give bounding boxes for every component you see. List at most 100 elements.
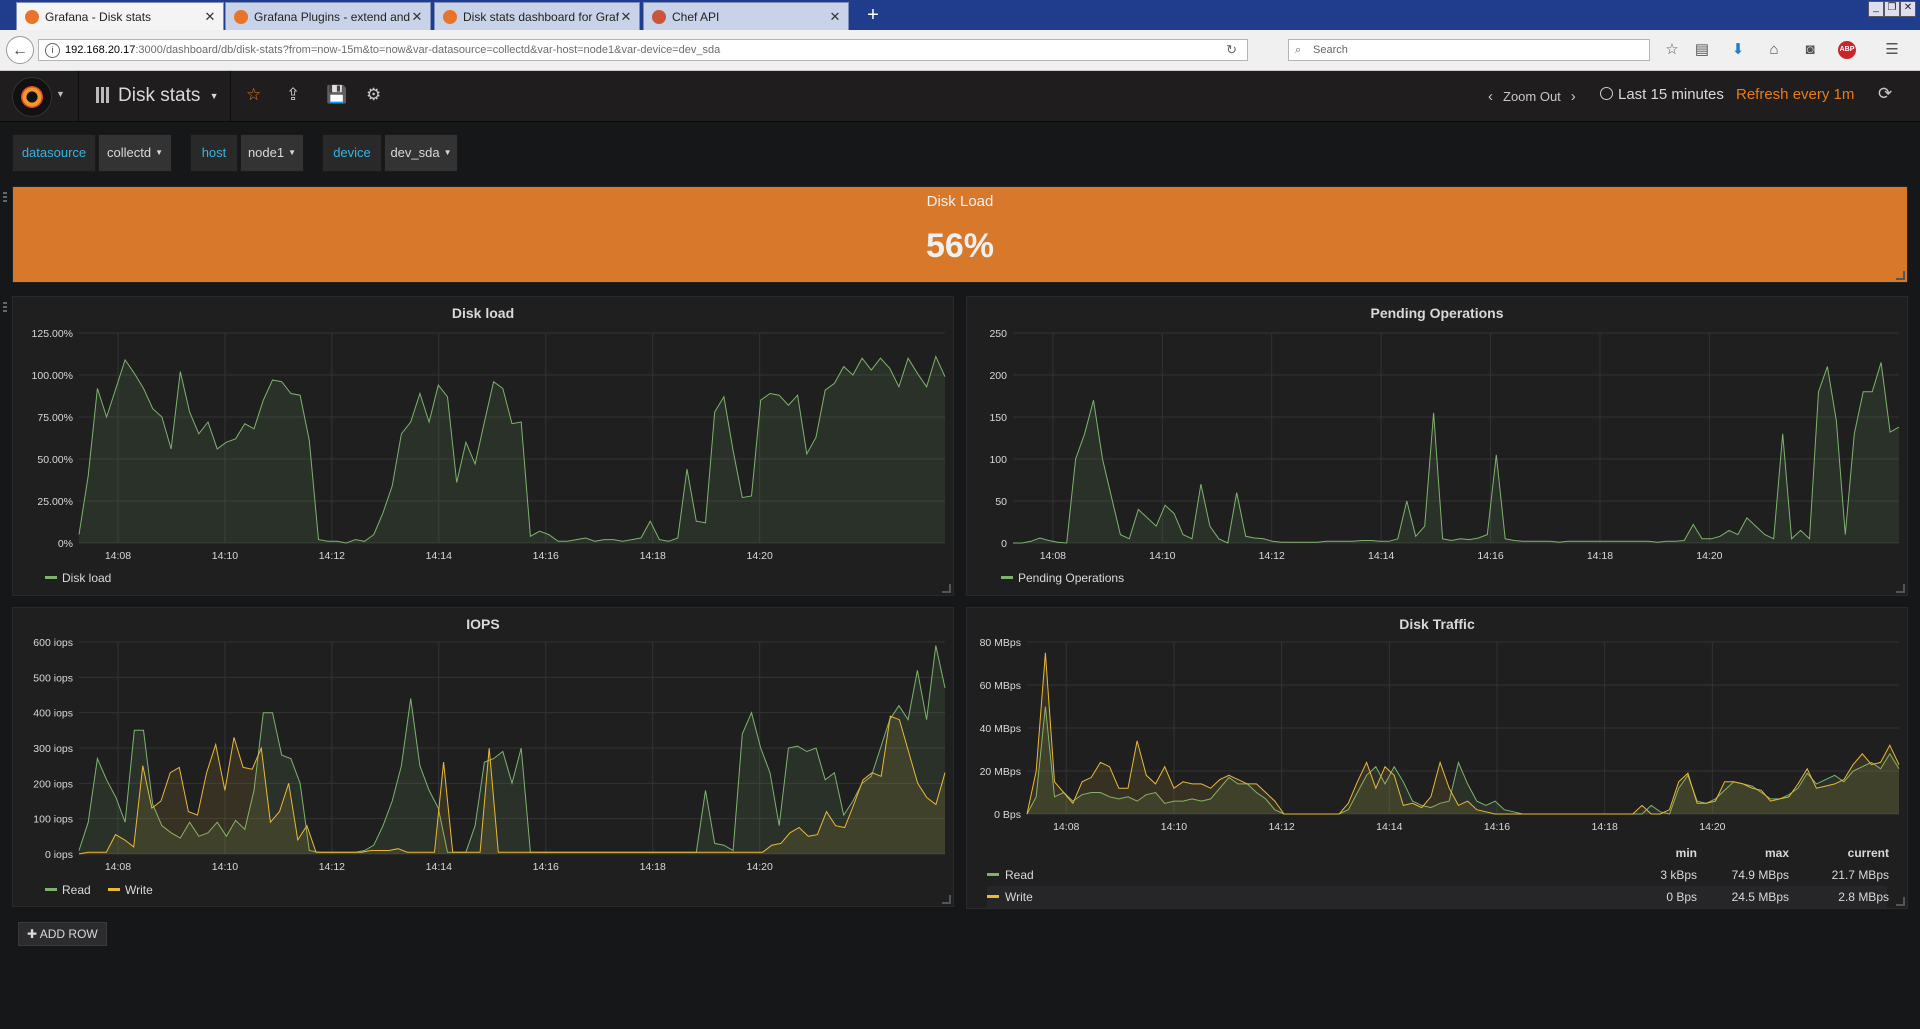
add-row-button[interactable]: ✚ ADD ROW <box>18 922 107 946</box>
resize-handle[interactable] <box>942 895 951 904</box>
reload-icon[interactable]: ↻ <box>1226 40 1237 60</box>
panel-title[interactable]: Disk Load <box>13 193 1907 210</box>
y-tick-label: 0 Bps <box>994 809 1021 821</box>
close-icon[interactable]: ✕ <box>619 9 633 25</box>
search-icon: ⌕ <box>1295 44 1302 56</box>
y-tick-label: 400 iops <box>33 708 73 720</box>
pocket-icon[interactable]: ◙ <box>1800 40 1820 60</box>
singlestat-panel[interactable]: Disk Load 56% <box>12 186 1908 283</box>
info-icon[interactable]: i <box>45 43 60 58</box>
close-window-button[interactable]: ✕ <box>1900 1 1916 17</box>
series-swatch <box>45 888 57 891</box>
browser-tab-chef-api[interactable]: Chef API ✕ <box>643 2 849 30</box>
graph-panel-disk-load[interactable]: Disk load 0% 25.00% 50.00% 75.00% 100.00% 125… <box>12 296 954 596</box>
add-row-label: ADD ROW <box>39 927 98 941</box>
new-tab-button[interactable]: + <box>862 3 884 27</box>
grafana-icon <box>234 9 248 24</box>
search-placeholder: Search <box>1313 44 1348 56</box>
refresh-icon[interactable]: ⟳ <box>1878 84 1892 104</box>
browser-tab-disk-stats-dashboard[interactable]: Disk stats dashboard for Graf... ✕ <box>434 2 640 30</box>
menu-icon[interactable]: ☰ <box>1882 40 1902 60</box>
legend-item[interactable]: Read <box>45 883 91 897</box>
browser-tab-grafana-plugins[interactable]: Grafana Plugins - extend and ... ✕ <box>225 2 431 30</box>
legend-item[interactable]: Write <box>108 883 153 897</box>
y-tick-label: 200 iops <box>33 778 73 790</box>
grafana-logo[interactable] <box>12 77 52 117</box>
x-tick-label: 14:16 <box>533 550 559 562</box>
caret-down-icon: ▼ <box>155 148 163 157</box>
x-tick-label: 14:12 <box>319 861 345 873</box>
variable-select-device[interactable]: dev_sda ▼ <box>384 134 458 172</box>
resize-handle[interactable] <box>1896 271 1905 280</box>
x-tick-label: 14:14 <box>426 550 452 562</box>
x-tick-label: 14:10 <box>212 861 238 873</box>
series-swatch <box>1001 576 1013 579</box>
x-tick-label: 14:08 <box>105 550 131 562</box>
y-tick-label: 600 iops <box>33 637 73 649</box>
time-range-picker[interactable]: Last 15 minutes <box>1600 86 1724 103</box>
graph-panel-disk-traffic[interactable]: Disk Traffic 0 Bps 20 MBps 40 MBps 60 MBps 8… <box>966 607 1908 909</box>
browser-tab-grafana-disk-stats[interactable]: Grafana - Disk stats ✕ <box>16 2 224 30</box>
download-icon[interactable]: ⬇ <box>1728 40 1748 60</box>
home-icon[interactable]: ⌂ <box>1764 40 1784 60</box>
zoom-out-button[interactable]: Zoom Out <box>1503 89 1561 104</box>
row-drag-handle[interactable] <box>3 302 7 312</box>
row-drag-handle[interactable] <box>3 192 7 202</box>
y-tick-label: 150 <box>989 412 1007 424</box>
legend-header-max[interactable]: max <box>1699 842 1789 864</box>
share-icon[interactable]: ⇪ <box>286 85 300 105</box>
x-tick-label: 14:16 <box>1484 821 1510 833</box>
back-button[interactable]: ← <box>6 36 34 64</box>
bookmark-star-icon[interactable]: ☆ <box>1662 40 1682 60</box>
legend-item[interactable]: Disk load <box>45 571 111 585</box>
search-input[interactable]: ⌕ Search <box>1288 39 1650 61</box>
grafana-icon <box>25 9 39 24</box>
close-icon[interactable]: ✕ <box>828 9 842 25</box>
y-tick-label: 100 iops <box>33 814 73 826</box>
dashboard-title[interactable]: Disk stats ▼ <box>96 85 219 107</box>
legend-table-header: min max current <box>987 842 1889 864</box>
series-swatch <box>45 576 57 579</box>
close-icon[interactable]: ✕ <box>410 9 424 25</box>
variable-label-host: host <box>190 134 238 172</box>
restore-button[interactable]: ❐ <box>1884 1 1900 17</box>
y-tick-label: 100 <box>989 454 1007 466</box>
resize-handle[interactable] <box>1896 897 1905 906</box>
close-icon[interactable]: ✕ <box>203 9 217 25</box>
legend-header-min[interactable]: min <box>1607 842 1697 864</box>
url-bar[interactable]: i 192.168.20.17:3000/dashboard/db/disk-s… <box>38 39 1248 61</box>
legend-label: Write <box>1005 890 1033 904</box>
chevron-left-icon[interactable]: ‹ <box>1488 88 1493 105</box>
chevron-right-icon[interactable]: › <box>1571 88 1576 105</box>
resize-handle[interactable] <box>942 584 951 593</box>
legend-label: Disk load <box>62 571 112 585</box>
y-tick-label: 100.00% <box>32 370 73 382</box>
resize-handle[interactable] <box>1896 584 1905 593</box>
reading-list-icon[interactable]: ▤ <box>1692 40 1712 60</box>
clock-icon <box>1600 87 1613 100</box>
x-tick-label: 14:18 <box>640 861 666 873</box>
adblock-icon[interactable]: ABP <box>1838 41 1856 59</box>
caret-down-icon[interactable]: ▼ <box>56 89 65 99</box>
star-icon[interactable]: ☆ <box>246 85 261 105</box>
graph-panel-iops[interactable]: IOPS 0 iops 100 iops 200 iops 300 iops 400 i… <box>12 607 954 907</box>
legend-item[interactable]: Pending Operations <box>1001 571 1124 585</box>
legend-table-row[interactable]: Write 0 Bps 24.5 MBps 2.8 MBps <box>987 886 1889 908</box>
minimize-button[interactable]: _ <box>1868 1 1884 17</box>
legend-table-row[interactable]: Read 3 kBps 74.9 MBps 21.7 MBps <box>987 864 1889 886</box>
variable-select-host[interactable]: node1 ▼ <box>240 134 304 172</box>
refresh-interval[interactable]: Refresh every 1m <box>1736 86 1854 103</box>
legend-current-value: 2.8 MBps <box>1838 890 1889 904</box>
chart-svg: 0 50 100 150 200 250 14:08 14:10 14:12 14:14 14:16… <box>989 328 1900 562</box>
legend-min-value: 3 kBps <box>1660 868 1697 882</box>
save-icon[interactable]: 💾 <box>326 85 347 105</box>
gear-icon[interactable]: ⚙ <box>366 85 381 105</box>
legend-current-value: 21.7 MBps <box>1831 868 1889 882</box>
legend-header-current[interactable]: current <box>1799 842 1889 864</box>
y-tick-label: 20 MBps <box>980 766 1021 778</box>
variable-select-datasource[interactable]: collectd ▼ <box>98 134 172 172</box>
graph-panel-pending-operations[interactable]: Pending Operations 0 50 100 150 200 250 14:08 1… <box>966 296 1908 596</box>
caret-down-icon: ▼ <box>288 148 297 157</box>
x-tick-label: 14:10 <box>1161 821 1187 833</box>
legend-max-value: 24.5 MBps <box>1731 890 1789 904</box>
